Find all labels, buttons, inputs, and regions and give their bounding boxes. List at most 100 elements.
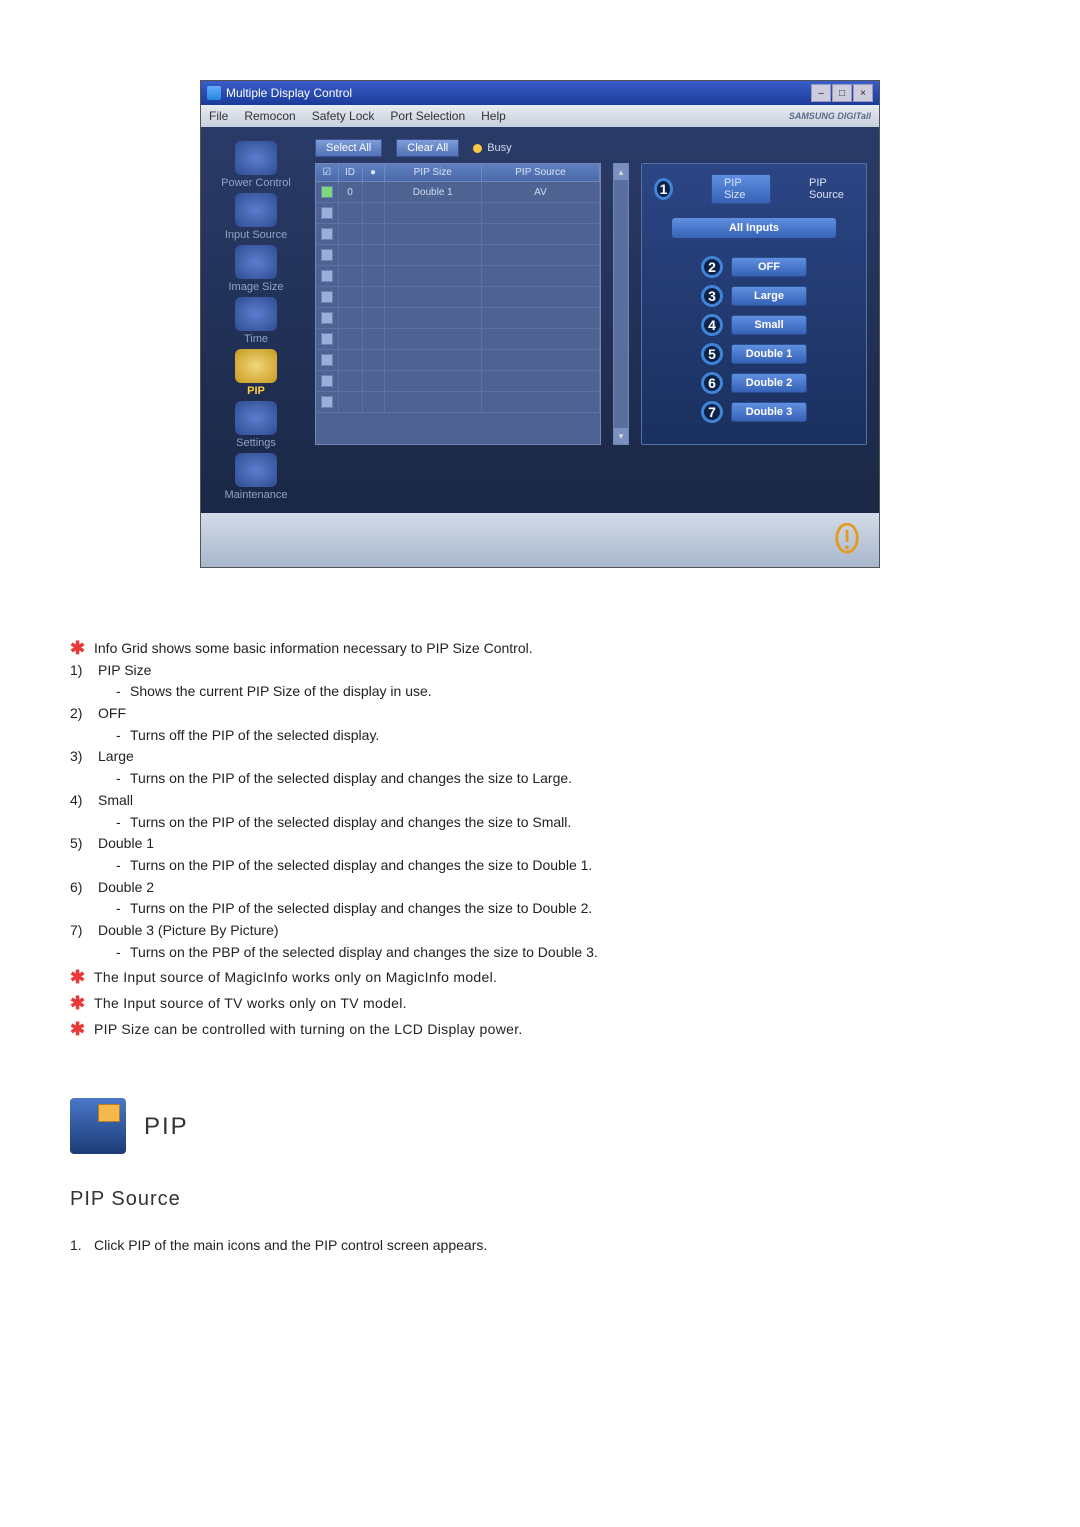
menu-file[interactable]: File: [209, 109, 228, 123]
item-title: PIP Size: [98, 660, 151, 682]
section-subtitle: PIP Source: [70, 1184, 1010, 1215]
warning-icon: [833, 523, 861, 557]
sidebar-item-pip[interactable]: PIP: [205, 347, 307, 397]
intro-text: Info Grid shows some basic information n…: [94, 638, 533, 660]
pip-large-button[interactable]: Large: [731, 286, 807, 306]
grid-scrollbar[interactable]: ▴ ▾: [613, 163, 629, 445]
brand-label: SAMSUNG DIGITall: [789, 111, 871, 121]
item-sub: Shows the current PIP Size of the displa…: [130, 681, 432, 703]
item-num: 1): [70, 660, 98, 682]
item-title: Double 1: [98, 833, 154, 855]
col-pip-source: PIP Source: [481, 164, 599, 182]
row-check[interactable]: [321, 186, 333, 198]
item-title: Double 3 (Picture By Picture): [98, 920, 279, 942]
menu-remocon[interactable]: Remocon: [244, 109, 295, 123]
input-icon: [235, 193, 277, 227]
pip-size-header-button[interactable]: PIP Size: [711, 174, 771, 204]
callout-6: 6: [701, 372, 723, 394]
pip-small-button[interactable]: Small: [731, 315, 807, 335]
settings-icon: [235, 401, 277, 435]
all-inputs-label: All Inputs: [672, 218, 836, 238]
section-pip-icon: [70, 1098, 126, 1154]
empty-check: [321, 354, 333, 366]
item-sub: Turns on the PBP of the selected display…: [130, 942, 598, 964]
item-sub: Turns on the PIP of the selected display…: [130, 898, 592, 920]
callout-4: 4: [701, 314, 723, 336]
menu-safety-lock[interactable]: Safety Lock: [312, 109, 375, 123]
sidebar: Power Control Input Source Image Size Ti…: [201, 127, 311, 513]
sidebar-item-settings[interactable]: Settings: [205, 399, 307, 449]
callout-2: 2: [701, 256, 723, 278]
note-text: The Input source of MagicInfo works only…: [94, 967, 497, 989]
grid-row-empty: [316, 371, 600, 392]
empty-check: [321, 396, 333, 408]
status-bar: [201, 513, 879, 567]
empty-check: [321, 312, 333, 324]
maximize-button[interactable]: □: [832, 84, 852, 102]
grid-row-empty: [316, 392, 600, 413]
item-title: Large: [98, 746, 134, 768]
row-id: 0: [338, 182, 362, 203]
empty-check: [321, 333, 333, 345]
grid-row-empty: [316, 350, 600, 371]
main-area: Select All Clear All Busy ☑ ID ● PIP Siz…: [311, 127, 879, 513]
pip-double1-button[interactable]: Double 1: [731, 344, 807, 364]
step-text: Click PIP of the main icons and the PIP …: [94, 1235, 487, 1257]
item-title: Double 2: [98, 877, 154, 899]
col-status: ●: [362, 164, 384, 182]
star-icon: ✱: [70, 1019, 94, 1041]
empty-check: [321, 207, 333, 219]
scroll-up-icon[interactable]: ▴: [614, 164, 628, 180]
minimize-button[interactable]: –: [811, 84, 831, 102]
empty-check: [321, 228, 333, 240]
sidebar-item-maintenance[interactable]: Maintenance: [205, 451, 307, 501]
grid-header-row: ☑ ID ● PIP Size PIP Source: [316, 164, 600, 182]
grid-row-empty: [316, 224, 600, 245]
power-icon: [235, 141, 277, 175]
doc-body: ✱ Info Grid shows some basic information …: [70, 638, 1010, 1257]
sidebar-item-power-control[interactable]: Power Control: [205, 139, 307, 189]
col-id: ID: [338, 164, 362, 182]
clear-all-button[interactable]: Clear All: [396, 139, 459, 157]
item-num: 6): [70, 877, 98, 899]
mdc-window: Multiple Display Control – □ × File Remo…: [200, 80, 880, 568]
pip-double3-button[interactable]: Double 3: [731, 402, 807, 422]
item-num: 2): [70, 703, 98, 725]
col-pip-size: PIP Size: [384, 164, 481, 182]
item-sub: Turns off the PIP of the selected displa…: [130, 725, 379, 747]
pip-source-header: PIP Source: [809, 177, 854, 201]
item-num: 4): [70, 790, 98, 812]
close-button[interactable]: ×: [853, 84, 873, 102]
callout-1: 1: [654, 178, 673, 200]
scroll-down-icon[interactable]: ▾: [614, 428, 628, 444]
item-num: 3): [70, 746, 98, 768]
pip-double2-button[interactable]: Double 2: [731, 373, 807, 393]
star-icon: ✱: [70, 993, 94, 1015]
window-title: Multiple Display Control: [226, 86, 352, 100]
grid-row-empty: [316, 245, 600, 266]
callout-5: 5: [701, 343, 723, 365]
grid-row-0[interactable]: 0 Double 1 AV: [316, 182, 600, 203]
select-all-button[interactable]: Select All: [315, 139, 382, 157]
app-icon: [207, 86, 221, 100]
menu-help[interactable]: Help: [481, 109, 506, 123]
grid-row-empty: [316, 329, 600, 350]
menu-port-selection[interactable]: Port Selection: [390, 109, 465, 123]
maintenance-icon: [235, 453, 277, 487]
info-grid: ☑ ID ● PIP Size PIP Source 0 Double 1 AV: [315, 163, 601, 445]
empty-check: [321, 270, 333, 282]
busy-indicator: Busy: [473, 142, 511, 154]
section-title: PIP: [144, 1108, 189, 1145]
sidebar-item-image-size[interactable]: Image Size: [205, 243, 307, 293]
sidebar-item-input-source[interactable]: Input Source: [205, 191, 307, 241]
pip-off-button[interactable]: OFF: [731, 257, 807, 277]
row-pip-source: AV: [481, 182, 599, 203]
callout-3: 3: [701, 285, 723, 307]
step-num: 1.: [70, 1235, 94, 1257]
col-check: ☑: [316, 164, 338, 182]
sidebar-item-time[interactable]: Time: [205, 295, 307, 345]
empty-check: [321, 249, 333, 261]
menubar: File Remocon Safety Lock Port Selection …: [201, 105, 879, 127]
item-num: 7): [70, 920, 98, 942]
item-sub: Turns on the PIP of the selected display…: [130, 812, 571, 834]
